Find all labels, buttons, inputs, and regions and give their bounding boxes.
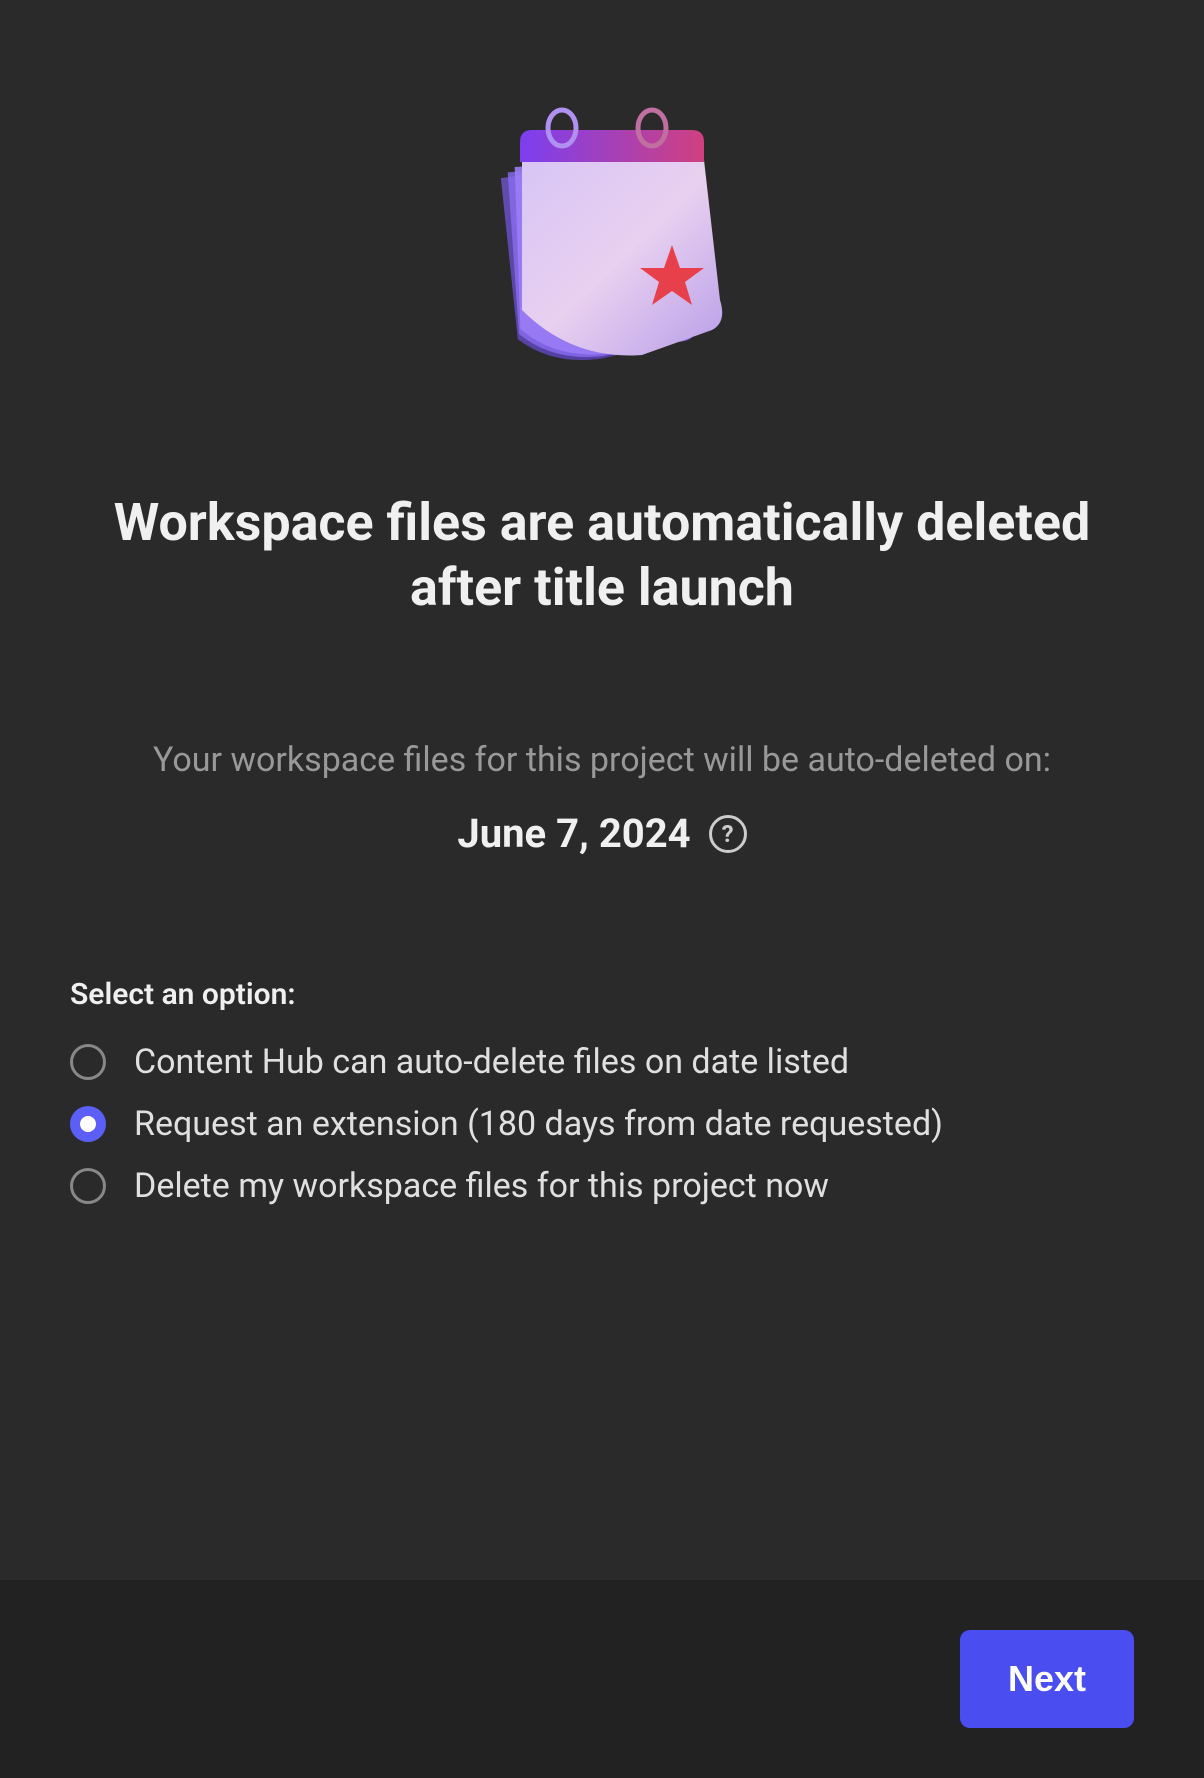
deletion-date: June 7, 2024 — [457, 810, 690, 857]
next-button[interactable]: Next — [960, 1630, 1134, 1728]
radio-circle — [70, 1044, 106, 1080]
radio-circle — [70, 1106, 106, 1142]
radio-option-delete-now[interactable]: Delete my workspace files for this proje… — [70, 1166, 1134, 1206]
dialog-footer: Next — [0, 1580, 1204, 1778]
deletion-subtext: Your workspace files for this project wi… — [153, 740, 1051, 780]
radio-label: Delete my workspace files for this proje… — [134, 1166, 829, 1206]
radio-circle — [70, 1168, 106, 1204]
calendar-icon — [462, 100, 742, 380]
radio-label: Content Hub can auto-delete files on dat… — [134, 1042, 849, 1082]
radio-label: Request an extension (180 days from date… — [134, 1104, 943, 1144]
page-title: Workspace files are automatically delete… — [70, 490, 1134, 620]
help-icon[interactable]: ? — [709, 815, 747, 853]
radio-option-extension[interactable]: Request an extension (180 days from date… — [70, 1104, 1134, 1144]
deletion-date-row: June 7, 2024 ? — [457, 810, 746, 857]
radio-option-auto-delete[interactable]: Content Hub can auto-delete files on dat… — [70, 1042, 1134, 1082]
options-label: Select an option: — [70, 977, 1134, 1012]
